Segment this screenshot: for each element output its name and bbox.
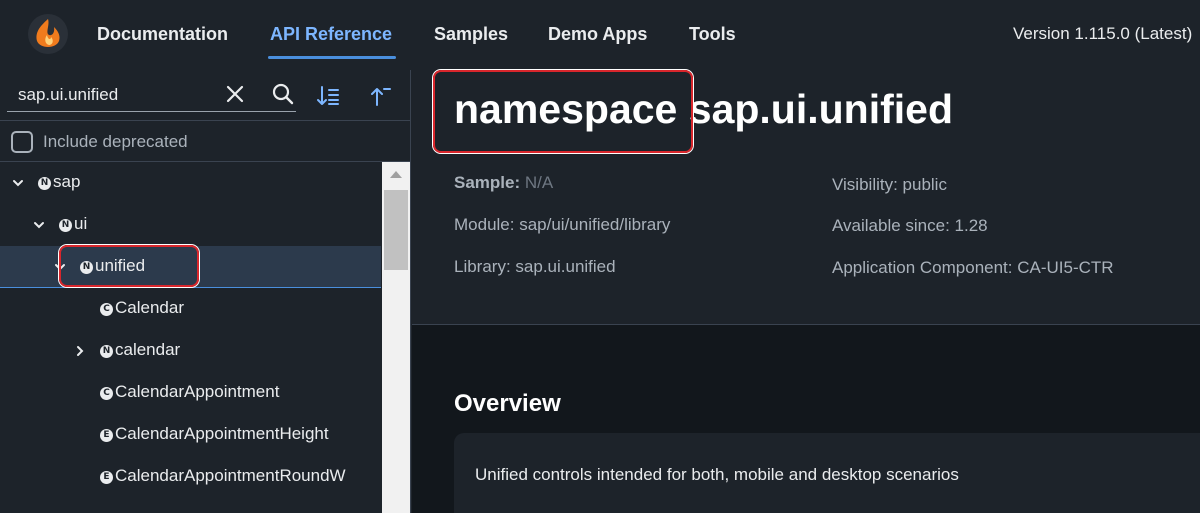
- tree-item-calendar-appointment-height[interactable]: E CalendarAppointmentHeight: [0, 414, 381, 456]
- tree-item-ui[interactable]: N ui: [0, 204, 381, 246]
- search-box: [7, 78, 296, 112]
- overview-heading: Overview: [454, 390, 561, 417]
- overview-text: Unified controls intended for both, mobi…: [475, 465, 959, 484]
- search-icon[interactable]: [271, 82, 295, 106]
- api-tree: N sap N ui N unified C Calendar N calend…: [0, 162, 381, 513]
- scroll-thumb[interactable]: [384, 190, 408, 270]
- tree-item-label: CalendarAppointment: [115, 382, 280, 401]
- chevron-down-icon[interactable]: [32, 218, 46, 232]
- version-selector[interactable]: Version 1.115.0 (Latest): [1013, 24, 1192, 44]
- nav-demo-apps[interactable]: Demo Apps: [548, 22, 647, 46]
- enum-badge-icon: E: [100, 429, 113, 442]
- sample-field: Sample: N/A: [454, 173, 553, 193]
- include-deprecated-checkbox[interactable]: [11, 131, 33, 153]
- enum-badge-icon: E: [100, 471, 113, 484]
- library-field: Library: sap.ui.unified: [454, 257, 616, 276]
- highlight-box-namespace: [433, 70, 693, 153]
- sample-value: N/A: [524, 173, 554, 192]
- tree-item-calendar-class[interactable]: C Calendar: [0, 288, 381, 330]
- tree-item-label: ui: [74, 214, 88, 233]
- chevron-down-icon[interactable]: [11, 176, 25, 190]
- top-navigation-bar: Documentation API Reference Samples Demo…: [0, 0, 1200, 70]
- highlight-box-unified: [59, 245, 199, 287]
- sample-label: Sample:: [454, 173, 521, 192]
- app-component-field: Application Component: CA-UI5-CTR: [832, 258, 1114, 277]
- chevron-right-icon[interactable]: [73, 344, 87, 358]
- clear-icon[interactable]: [224, 83, 246, 105]
- api-detail-panel: namespace sap.ui.unified Sample: N/A Mod…: [412, 70, 1200, 513]
- tree-item-label: sap: [53, 172, 81, 191]
- include-deprecated-row: Include deprecated: [0, 120, 410, 162]
- overview-section: Overview Unified controls intended for b…: [412, 325, 1200, 513]
- scroll-up-arrow-icon[interactable]: [382, 162, 410, 188]
- include-deprecated-label: Include deprecated: [43, 132, 188, 151]
- overview-card: Unified controls intended for both, mobi…: [454, 433, 1200, 513]
- collapse-all-icon[interactable]: [368, 84, 392, 108]
- namespace-badge-icon: N: [100, 345, 113, 358]
- tree-item-calendar-appointment-roundw[interactable]: E CalendarAppointmentRoundW: [0, 456, 381, 498]
- tree-item-label: calendar: [115, 340, 181, 359]
- tree-item-calendar-appointment[interactable]: C CalendarAppointment: [0, 372, 381, 414]
- nav-samples[interactable]: Samples: [434, 22, 508, 46]
- nav-api-reference[interactable]: API Reference: [270, 22, 392, 46]
- namespace-badge-icon: N: [38, 177, 51, 190]
- module-field: Module: sap/ui/unified/library: [454, 215, 671, 234]
- class-badge-icon: C: [100, 387, 113, 400]
- tree-item-label: Calendar: [115, 298, 184, 317]
- nav-documentation[interactable]: Documentation: [97, 22, 228, 46]
- tree-item-sap[interactable]: N sap: [0, 162, 381, 204]
- title-name: sap.ui.unified: [688, 86, 954, 132]
- sort-icon[interactable]: [316, 84, 340, 108]
- tree-item-calendar-namespace[interactable]: N calendar: [0, 330, 381, 372]
- available-since-field: Available since: 1.28: [832, 216, 988, 235]
- tree-item-label: CalendarAppointmentRoundW: [115, 466, 346, 485]
- tree-item-label: CalendarAppointmentHeight: [115, 424, 329, 443]
- visibility-field: Visibility: public: [832, 175, 947, 194]
- nav-tools[interactable]: Tools: [689, 22, 736, 46]
- api-tree-sidebar: Include deprecated N sap N ui N unified …: [0, 70, 411, 513]
- active-tab-indicator: [268, 56, 396, 59]
- openui5-logo-icon[interactable]: [27, 13, 69, 55]
- class-badge-icon: C: [100, 303, 113, 316]
- search-input[interactable]: [18, 83, 218, 107]
- tree-scrollbar[interactable]: [382, 162, 410, 513]
- namespace-badge-icon: N: [59, 219, 72, 232]
